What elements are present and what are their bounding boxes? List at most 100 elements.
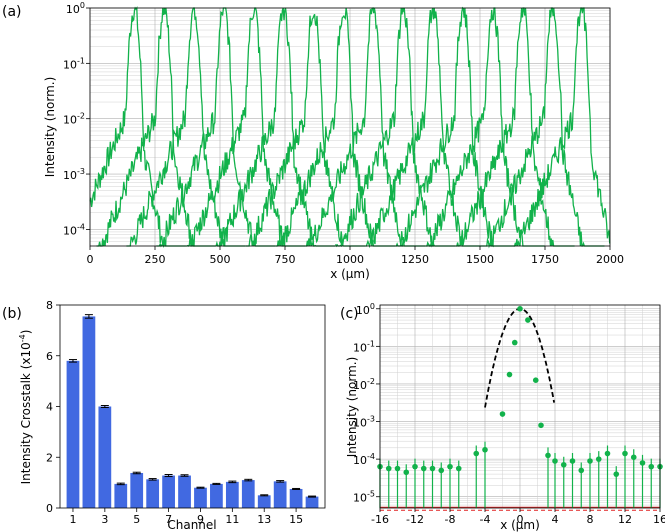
panel-b-ytick-label: 6 — [46, 350, 53, 363]
panel-a-xtick-label: 1750 — [531, 253, 559, 266]
panel-c-xtick-label: -8 — [445, 513, 456, 526]
figure: (a) 0 250 500 750 1000 1250 1500 1750 2000 10-41… — [2, 1, 665, 532]
panel-b-xtick-label: 15 — [289, 513, 303, 526]
panel-a-xtick-label: 1500 — [466, 253, 494, 266]
panel-a-ylabel: Intensity (norm.) — [43, 77, 57, 178]
panel-c-point — [578, 467, 585, 474]
panel-c-point — [560, 461, 567, 468]
panel-a-channel-line — [395, 6, 515, 247]
panel-c-xtick-label: -4 — [480, 513, 491, 526]
panel-c-point — [639, 460, 646, 466]
panel-c-point — [438, 467, 445, 474]
panel-c-point — [569, 458, 576, 464]
panel-b-bar — [114, 483, 128, 508]
panel-c-point — [545, 452, 551, 459]
panel-c-point — [613, 471, 620, 477]
panel-c-point — [595, 456, 602, 462]
panel-b-xtick-label: 3 — [101, 513, 108, 526]
panel-c-point — [511, 339, 518, 346]
panel-a-ytick-label: 100 — [66, 1, 85, 16]
panel-b-bar — [273, 481, 287, 508]
panel-a-xtick-label: 1250 — [401, 253, 429, 266]
panel-a-ytick-label: 10-4 — [63, 222, 85, 237]
panel-c: (c) -16 -12 -8 -4 0 4 8 12 16 10-510-410-310-210… — [340, 302, 665, 532]
panel-b-bar — [194, 487, 207, 508]
panel-a-xtick-label: 500 — [210, 253, 231, 266]
panel-b-xtick-label: 13 — [257, 513, 271, 526]
panel-c-point — [412, 463, 418, 470]
panel-b-ytick-label: 2 — [46, 451, 53, 464]
panel-a-channel-line — [246, 13, 366, 247]
panel-c-point — [552, 458, 558, 464]
panel-c-point — [403, 469, 410, 476]
panel-b-bar — [178, 475, 191, 508]
panel-c-point — [385, 465, 392, 472]
panel-a-xtick-label: 1000 — [336, 253, 364, 266]
panel-b-bar — [130, 472, 144, 508]
panel-c-xtick-label: 16 — [653, 513, 665, 526]
panel-b: (b) 1 3 5 7 9 11 13 15 02468 Channel Intensity … — [2, 299, 326, 532]
panel-a: (a) 0 250 500 750 1000 1250 1500 1750 2000 10-4 1… — [2, 1, 624, 281]
panel-c-point — [420, 465, 427, 472]
panel-c-ylabel: Intensity (norm.) — [345, 357, 359, 458]
panel-b-bar — [146, 479, 160, 508]
panel-c-point — [532, 377, 539, 383]
panel-c-point — [587, 458, 593, 464]
panel-c-point — [525, 317, 531, 323]
panel-c-xlabel: x (µm) — [500, 518, 540, 532]
panel-a-channel-line — [156, 7, 276, 248]
panel-a-xtick-label: 2000 — [596, 253, 624, 266]
panel-c-xtick-label: 8 — [587, 513, 594, 526]
panel-b-ytick-label: 4 — [46, 401, 53, 414]
panel-c-point — [394, 465, 401, 472]
panel-a-label: (a) — [2, 4, 22, 20]
panel-a-xlabel: x (µm) — [330, 267, 370, 281]
panel-c-xtick-label: -12 — [406, 513, 424, 526]
panel-c-point — [648, 463, 655, 470]
panel-b-bar — [289, 488, 303, 508]
panel-b-bar — [82, 316, 96, 508]
panel-b-bar — [98, 406, 112, 508]
panel-c-point — [447, 463, 453, 470]
panel-c-ytick-label: 10-5 — [353, 490, 375, 505]
panel-b-bar — [66, 360, 80, 508]
panel-c-xtick-label: -16 — [371, 513, 389, 526]
panel-c-xtick-label: 12 — [618, 513, 632, 526]
panel-a-xtick-label: 0 — [87, 253, 94, 266]
panel-c-point — [604, 450, 611, 457]
panel-b-xlabel: Channel — [167, 518, 216, 532]
panel-a-channel-line — [365, 7, 485, 249]
panel-b-bar — [257, 495, 271, 508]
panel-b-ytick-label: 0 — [46, 502, 53, 515]
panel-a-xtick-label: 250 — [145, 253, 166, 266]
panel-c-point — [517, 305, 523, 312]
panel-c-point — [473, 450, 480, 457]
panel-b-ylabel: Intensity Crosstalk (x10-4) — [18, 330, 33, 485]
panel-c-point — [538, 422, 544, 429]
panel-b-ytick-label: 8 — [46, 299, 53, 312]
panel-a-ytick-label: 10-3 — [63, 167, 85, 182]
panel-c-xtick-label: 4 — [552, 513, 559, 526]
panel-b-xtick-label: 5 — [133, 513, 140, 526]
panel-b-xtick-label: 1 — [69, 513, 76, 526]
panel-c-point — [482, 446, 488, 453]
panel-a-xtick-label: 750 — [275, 253, 296, 266]
panel-c-point — [499, 411, 506, 417]
panel-b-bar — [225, 481, 239, 508]
panel-c-ytick-label: 10-1 — [353, 339, 375, 354]
panel-a-ytick-label: 10-1 — [63, 56, 85, 71]
panel-c-point — [630, 454, 637, 461]
panel-b-bar — [210, 483, 223, 508]
panel-b-xtick-label: 11 — [225, 513, 239, 526]
panel-b-label: (b) — [2, 306, 22, 322]
panel-b-bar — [305, 496, 319, 508]
panel-c-point — [429, 465, 436, 472]
panel-a-channel-line — [275, 7, 396, 247]
panel-a-ytick-label: 10-2 — [63, 112, 85, 127]
panel-a-channel-line — [89, 5, 186, 247]
panel-c-point — [622, 450, 628, 457]
panel-b-bar — [162, 475, 175, 508]
panel-c-ytick-label: 100 — [356, 302, 375, 317]
panel-c-point — [455, 465, 462, 472]
panel-b-bar — [241, 480, 255, 508]
